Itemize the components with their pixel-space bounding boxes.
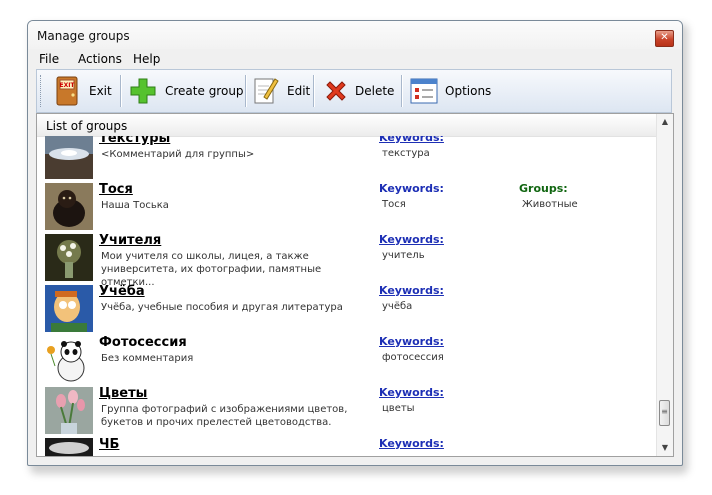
toolbar-grip[interactable]	[40, 75, 44, 107]
keywords-value: учёба	[382, 301, 413, 312]
title-bar[interactable]: Manage groups ✕	[28, 21, 682, 49]
groups-value: Животные	[522, 199, 578, 210]
edit-label: Edit	[287, 84, 311, 98]
delete-label: Delete	[355, 84, 395, 98]
toolbar-separator	[245, 75, 247, 107]
group-thumbnail	[45, 387, 93, 434]
group-name[interactable]: ЧБ	[99, 437, 119, 452]
group-comment: <Комментарий для группы>	[101, 149, 255, 160]
options-label: Options	[445, 84, 492, 98]
keywords-link[interactable]: Keywords:	[379, 335, 444, 348]
group-comment: Без комментария	[101, 353, 194, 364]
svg-text:EXIT: EXIT	[59, 82, 75, 89]
delete-button[interactable]: Delete	[317, 70, 399, 112]
toolbar-separator	[401, 75, 403, 107]
toolbar: EXIT Exit Create group Edit Delete Optio…	[36, 69, 672, 113]
vertical-scrollbar[interactable]: ▲ ≡ ▼	[656, 114, 673, 456]
exit-label: Exit	[89, 84, 112, 98]
exit-button[interactable]: EXIT Exit	[47, 70, 117, 112]
plus-icon	[130, 78, 156, 104]
keywords-value: учитель	[382, 250, 425, 261]
group-name[interactable]: Учёба	[99, 284, 145, 299]
edit-button[interactable]: Edit	[249, 70, 311, 112]
group-thumbnail	[45, 285, 93, 332]
toolbar-separator	[120, 75, 122, 107]
close-button[interactable]: ✕	[655, 30, 674, 47]
create-group-button[interactable]: Create group	[125, 70, 244, 112]
group-name[interactable]: Тося	[99, 182, 133, 197]
group-comment: Наша Тоська	[101, 200, 169, 211]
delete-icon	[326, 81, 346, 101]
options-icon	[410, 78, 438, 104]
keywords-value: текстура	[382, 148, 430, 159]
group-comment: Учёба, учебные пособия и другая литерату…	[101, 302, 343, 313]
groups-label: Groups:	[519, 182, 568, 195]
list-item[interactable]: Цветы Группа фотографий с изображениями …	[37, 385, 657, 436]
keywords-label: Keywords:	[379, 182, 444, 195]
group-comment: Группа фотографий с изображениями цветов…	[101, 404, 348, 428]
list-item[interactable]: Текстуры <Комментарий для группы> Keywor…	[37, 136, 657, 181]
list-rows: Текстуры <Комментарий для группы> Keywor…	[37, 136, 657, 456]
manage-groups-window: Manage groups ✕ File Actions Help EXIT E…	[27, 20, 683, 466]
edit-icon	[254, 78, 279, 104]
groups-list[interactable]: List of groups Текстуры <Комментарий для…	[36, 113, 674, 457]
exit-icon: EXIT	[56, 76, 78, 106]
list-item[interactable]: Учителя Мои учителя со школы, лицея, а т…	[37, 232, 657, 288]
window-title: Manage groups	[37, 29, 130, 43]
list-item[interactable]: Фотосессия Без комментария Keywords: фот…	[37, 334, 657, 385]
keywords-value: фотосессия	[382, 352, 444, 363]
keywords-link[interactable]: Keywords:	[379, 136, 444, 144]
list-item[interactable]: Учёба Учёба, учебные пособия и другая ли…	[37, 283, 657, 334]
keywords-link[interactable]: Keywords:	[379, 386, 444, 399]
group-thumbnail	[45, 183, 93, 230]
keywords-value: Тося	[382, 199, 406, 210]
menu-bar: File Actions Help	[36, 49, 674, 69]
keywords-link[interactable]: Keywords:	[379, 233, 444, 246]
group-thumbnail	[45, 438, 93, 456]
options-button[interactable]: Options	[405, 70, 493, 112]
list-header-title: List of groups	[46, 119, 128, 133]
close-icon: ✕	[660, 32, 669, 43]
menu-file[interactable]: File	[39, 52, 59, 66]
group-name[interactable]: Фотосессия	[99, 335, 187, 350]
list-header: List of groups	[37, 114, 657, 137]
list-item[interactable]: Тося Наша Тоська Keywords: Тося Groups: …	[37, 181, 657, 232]
scroll-thumb[interactable]: ≡	[659, 400, 670, 426]
create-group-label: Create group	[165, 84, 244, 98]
group-thumbnail	[45, 336, 93, 383]
scroll-up-icon[interactable]: ▲	[657, 114, 673, 130]
group-name[interactable]: Текстуры	[99, 136, 170, 146]
keywords-link[interactable]: Keywords:	[379, 437, 444, 450]
keywords-value: цветы	[382, 403, 415, 414]
toolbar-separator	[313, 75, 315, 107]
menu-actions[interactable]: Actions	[78, 52, 122, 66]
menu-help[interactable]: Help	[133, 52, 160, 66]
list-item[interactable]: ЧБ Keywords:	[37, 436, 657, 456]
group-name[interactable]: Цветы	[99, 386, 147, 401]
group-name[interactable]: Учителя	[99, 233, 161, 248]
scroll-down-icon[interactable]: ▼	[657, 440, 673, 456]
group-thumbnail	[45, 234, 93, 281]
group-thumbnail	[45, 136, 93, 179]
keywords-link[interactable]: Keywords:	[379, 284, 444, 297]
